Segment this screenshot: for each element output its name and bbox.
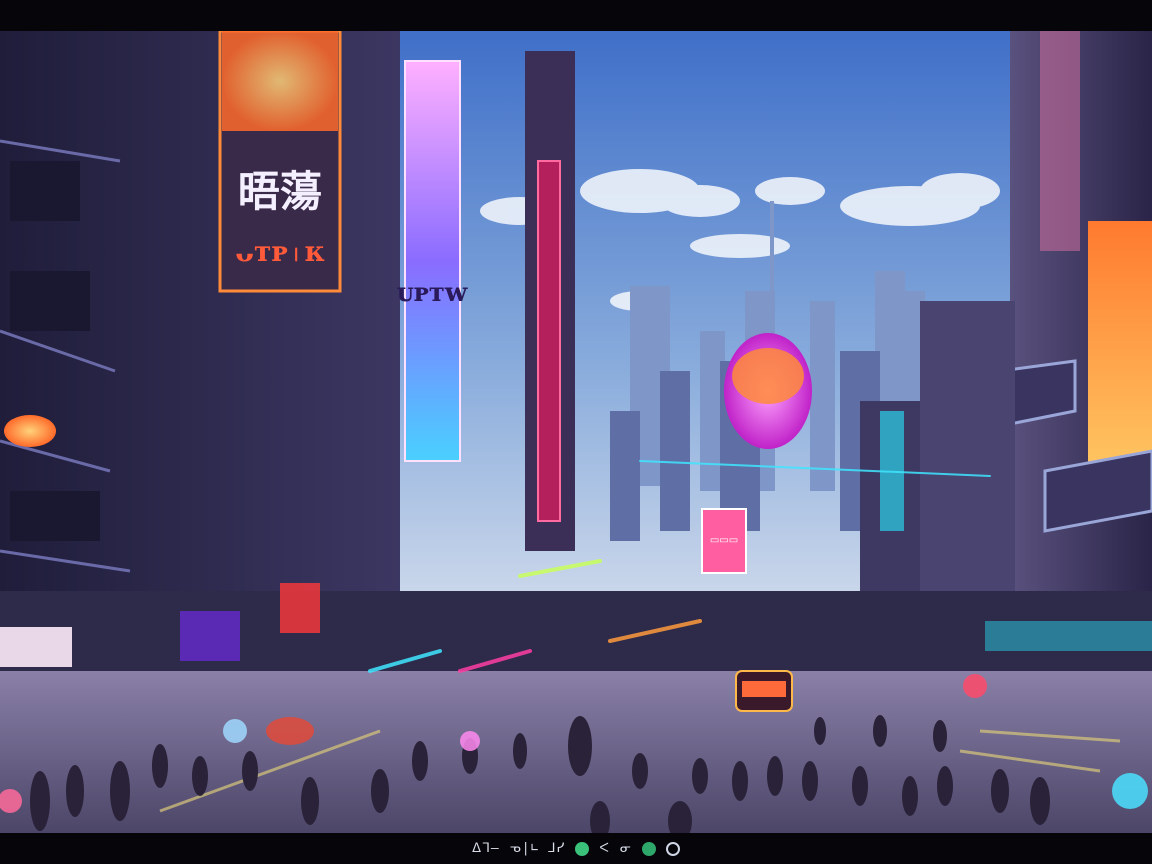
storefronts [0, 591, 1152, 681]
right-glowing-billboard [1088, 221, 1152, 491]
caption-glyphs-c: ᐸ [599, 841, 610, 856]
caption-glyphs-d: ᓂ [619, 841, 632, 856]
banner-glyphs: ᴜᴘᴛᴡ [397, 278, 468, 308]
left-sign-glyphs: 晤蕩 [238, 167, 322, 216]
caption-green-mark-icon [575, 841, 590, 856]
caption-leaf-icon [665, 841, 680, 856]
letterbox-bottom-caption: ᐃᒣ— ᓀ|∟ ⅃ᓯ ᐸ ᓂ [0, 833, 1152, 864]
city-scene: 晤蕩 ᴗᴛᴘ꤯ᴋ ᴜᴘᴛᴡ ▭▭▭ [0, 31, 1152, 833]
left-glowing-window [4, 415, 56, 447]
storefront-awning [0, 627, 72, 667]
caption-green-cat-icon [641, 841, 656, 856]
right-mid-buildings [920, 301, 1015, 631]
left-sign-neon-script: ᴗᴛᴘ꤯ᴋ [235, 235, 324, 268]
caption-glyphs-b: ᓀ|∟ ⅃ᓯ [509, 841, 566, 856]
letterbox-top [0, 0, 1152, 31]
center-board-text: ▭▭▭ [710, 535, 738, 546]
caption-glyphs-a: ᐃᒣ— [472, 841, 500, 856]
tall-purple-banner [404, 60, 461, 462]
